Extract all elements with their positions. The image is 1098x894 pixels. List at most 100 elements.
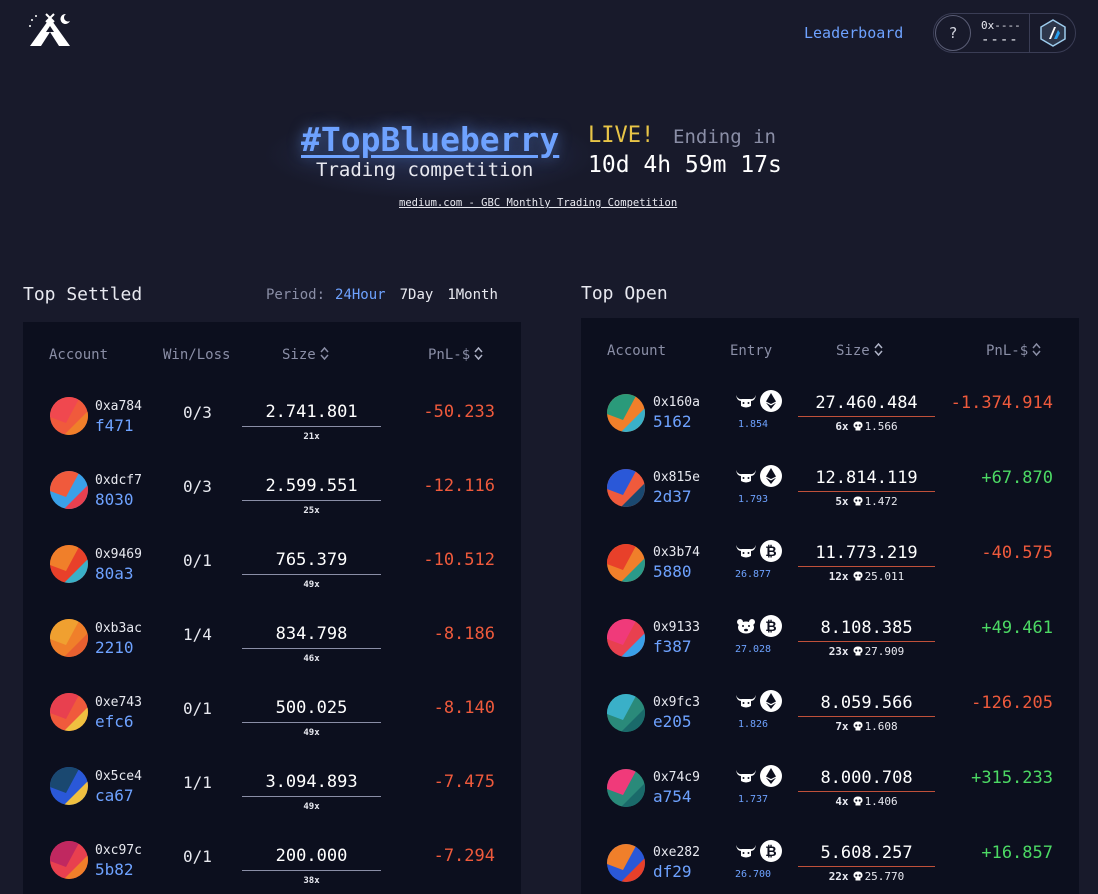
column-header-pnl[interactable]: PnL-$	[986, 343, 1041, 359]
period-option-7day[interactable]: 7Day	[400, 287, 434, 303]
pnl-value: -40.575	[981, 543, 1053, 563]
skull-icon	[853, 871, 863, 881]
size-divider	[242, 500, 381, 501]
account-address-prefix[interactable]: 0xb3ac	[95, 621, 142, 636]
size-value: 2.599.551	[265, 476, 358, 496]
avatar[interactable]	[607, 394, 645, 432]
table-row[interactable]: 0x9133 f387 ₿ 27.028 8.108.385 23x 27.909 +49.4…	[581, 607, 1079, 681]
table-row[interactable]: 0xb3ac 2210 1/4 834.798 46x -8.186	[23, 608, 521, 682]
table-row[interactable]: 0xe282 df29 ₿ 26.700 5.608.257 22x 25.770 +16.8…	[581, 832, 1079, 894]
avatar[interactable]	[50, 841, 88, 879]
table-row[interactable]: 0xc97c 5b82 0/1 200.000 38x -7.294	[23, 830, 521, 894]
account-address-prefix[interactable]: 0x160a	[653, 395, 700, 410]
leverage-liquidation: 4x 1.406	[798, 795, 935, 808]
avatar[interactable]	[607, 619, 645, 657]
entry-price: 27.028	[734, 644, 772, 655]
table-row[interactable]: 0xa784 f471 0/3 2.741.801 21x -50.233	[23, 386, 521, 460]
avatar[interactable]	[50, 767, 88, 805]
competition-title[interactable]: #TopBlueberry	[301, 120, 559, 159]
account-address-prefix[interactable]: 0x815e	[653, 470, 700, 485]
bull-icon	[736, 770, 756, 783]
leverage-liquidation: 23x 27.909	[798, 645, 935, 658]
account-address-prefix[interactable]: 0xe743	[95, 695, 142, 710]
liquidation-price: 1.566	[864, 420, 898, 433]
account-address-prefix[interactable]: 0xa784	[95, 399, 142, 414]
avatar[interactable]	[50, 693, 88, 731]
size-divider	[798, 491, 935, 492]
avatar[interactable]	[50, 619, 88, 657]
avatar[interactable]	[50, 471, 88, 509]
avatar[interactable]	[607, 469, 645, 507]
eth-icon	[760, 690, 782, 712]
account-address-prefix[interactable]: 0x3b74	[653, 545, 700, 560]
table-row[interactable]: 0x160a 5162 1.854 27.460.484 6x 1.566 -1.374.9…	[581, 382, 1079, 456]
column-header-entry: Entry	[730, 343, 773, 359]
countdown-timer: 10d 4h 59m 17s	[588, 152, 782, 178]
table-row[interactable]: 0x815e 2d37 1.793 12.814.119 5x 1.472 +67.870	[581, 457, 1079, 531]
account-address-suffix[interactable]: 5162	[653, 412, 692, 431]
table-row[interactable]: 0x74c9 a754 1.737 8.000.708 4x 1.406 +315.233	[581, 757, 1079, 831]
size-divider	[798, 716, 935, 717]
pnl-header-label: PnL-$	[986, 343, 1029, 359]
wallet-widget[interactable]: ? 0x---- ----	[933, 13, 1076, 53]
column-header-pnl[interactable]: PnL-$	[428, 347, 483, 363]
avatar[interactable]	[607, 544, 645, 582]
liquidation-price: 25.770	[864, 870, 905, 883]
account-address-suffix[interactable]: 5b82	[95, 860, 134, 879]
account-address-suffix[interactable]: 2210	[95, 638, 134, 657]
account-address-prefix[interactable]: 0x9fc3	[653, 695, 700, 710]
teepee-logo-icon[interactable]	[26, 12, 74, 50]
account-address-prefix[interactable]: 0x5ce4	[95, 769, 142, 784]
account-address-suffix[interactable]: 8030	[95, 490, 134, 509]
avatar[interactable]	[50, 397, 88, 435]
leverage-value: 5x	[835, 495, 849, 508]
table-row[interactable]: 0x5ce4 ca67 1/1 3.094.893 49x -7.475	[23, 756, 521, 830]
svg-text:₿: ₿	[765, 544, 776, 560]
medium-article-link[interactable]: medium.com - GBC Monthly Trading Competi…	[399, 197, 677, 209]
jazzicon-avatar-icon	[607, 769, 645, 807]
account-address-suffix[interactable]: 2d37	[653, 487, 692, 506]
period-option-24hour[interactable]: 24Hour	[335, 287, 386, 303]
account-address-suffix[interactable]: 5880	[653, 562, 692, 581]
leverage-liquidation: 22x 25.770	[798, 870, 935, 883]
account-address-prefix[interactable]: 0xe282	[653, 845, 700, 860]
avatar[interactable]	[607, 844, 645, 882]
account-address-suffix[interactable]: a754	[653, 787, 692, 806]
btc-icon: ₿	[760, 615, 782, 637]
size-divider	[242, 870, 381, 871]
column-header-size[interactable]: Size	[836, 343, 883, 359]
account-address-prefix[interactable]: 0xdcf7	[95, 473, 142, 488]
account-address-suffix[interactable]: f471	[95, 416, 134, 435]
account-address-suffix[interactable]: efc6	[95, 712, 134, 731]
column-header-size[interactable]: Size	[282, 347, 329, 363]
period-option-1month[interactable]: 1Month	[447, 287, 498, 303]
account-address-suffix[interactable]: 80a3	[95, 564, 134, 583]
account-address-prefix[interactable]: 0xc97c	[95, 843, 142, 858]
help-button[interactable]: ?	[935, 15, 971, 51]
network-button[interactable]	[1029, 13, 1075, 53]
account-display[interactable]: 0x---- ----	[981, 19, 1021, 47]
avatar[interactable]	[607, 769, 645, 807]
account-address-prefix[interactable]: 0x74c9	[653, 770, 700, 785]
table-row[interactable]: 0x3b74 5880 ₿ 26.877 11.773.219 12x 25.011 -40.…	[581, 532, 1079, 606]
table-row[interactable]: 0xe743 efc6 0/1 500.025 49x -8.140	[23, 682, 521, 756]
table-row[interactable]: 0x9469 80a3 0/1 765.379 49x -10.512	[23, 534, 521, 608]
jazzicon-avatar-icon	[607, 694, 645, 732]
account-address-suffix[interactable]: df29	[653, 862, 692, 881]
leaderboard-link[interactable]: Leaderboard	[804, 24, 903, 42]
period-label: Period:	[266, 287, 326, 303]
account-address-suffix[interactable]: e205	[653, 712, 692, 731]
account-address-suffix[interactable]: f387	[653, 637, 692, 656]
table-row[interactable]: 0xdcf7 8030 0/3 2.599.551 25x -12.116	[23, 460, 521, 534]
skull-icon	[853, 421, 863, 431]
competition-subtitle: Trading competition	[316, 159, 534, 181]
avatar[interactable]	[50, 545, 88, 583]
account-address-prefix[interactable]: 0x9469	[95, 547, 142, 562]
account-address-suffix[interactable]: ca67	[95, 786, 134, 805]
skull-icon	[853, 496, 863, 506]
size-divider	[242, 426, 381, 427]
table-row[interactable]: 0x9fc3 e205 1.826 8.059.566 7x 1.608 -126.205	[581, 682, 1079, 756]
account-address-prefix[interactable]: 0x9133	[653, 620, 700, 635]
pnl-value: +315.233	[971, 768, 1053, 788]
avatar[interactable]	[607, 694, 645, 732]
